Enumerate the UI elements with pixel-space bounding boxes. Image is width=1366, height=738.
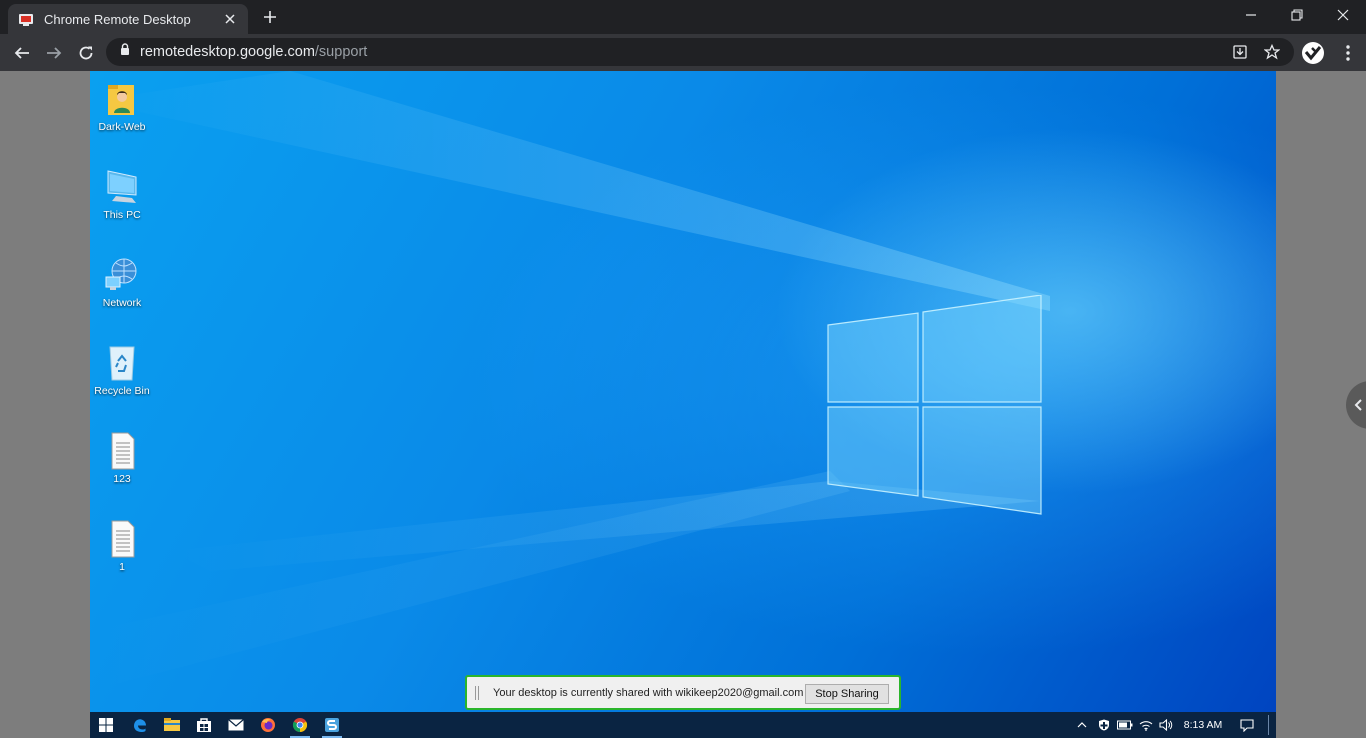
battery-icon[interactable] — [1114, 712, 1136, 738]
sharing-notification-bar: Your desktop is currently shared with wi… — [465, 675, 901, 710]
sharing-message: Your desktop is currently shared with wi… — [493, 686, 804, 699]
show-desktop-button[interactable] — [1268, 715, 1272, 735]
desktop-icon-label: Dark-Web — [98, 121, 146, 133]
url-host: remotedesktop.google.com — [140, 44, 315, 60]
tab-close-icon[interactable] — [222, 11, 238, 27]
new-tab-button[interactable] — [258, 6, 282, 28]
remote-desktop-favicon-icon — [18, 11, 34, 27]
restore-button[interactable] — [1274, 0, 1320, 30]
start-icon — [99, 718, 113, 732]
minimize-button[interactable] — [1228, 0, 1274, 30]
tab-chrome-remote-desktop[interactable]: Chrome Remote Desktop — [8, 4, 248, 34]
page-content: Dark-Web This PC Network Recycle Bin 123… — [0, 71, 1366, 738]
wallpaper-beams — [90, 71, 1050, 691]
taskbar-mail[interactable] — [220, 712, 252, 738]
address-bar[interactable]: remotedesktop.google.com/support — [106, 38, 1294, 66]
taskbar-app-s[interactable] — [316, 712, 348, 738]
url-text: remotedesktop.google.com/support — [140, 44, 367, 60]
store-icon — [197, 718, 211, 732]
taskbar-clock[interactable]: 8:13 AM — [1178, 712, 1228, 738]
security-shield-icon[interactable] — [1094, 712, 1114, 738]
url-path: /support — [314, 44, 368, 60]
start-button[interactable] — [90, 712, 122, 738]
desktop-icon-dark-web[interactable]: Dark-Web — [90, 79, 154, 133]
desktop-icon-label: Network — [102, 297, 142, 309]
desktop-icon-recycle-bin[interactable]: Recycle Bin — [90, 343, 154, 397]
side-panel-handle[interactable] — [1346, 381, 1366, 429]
edge-icon — [134, 719, 146, 732]
network-icon — [105, 258, 137, 290]
firefox-icon — [261, 718, 275, 732]
chevron-left-icon — [1354, 399, 1362, 411]
lock-icon — [120, 43, 130, 61]
show-hidden-icons-chevron-up-icon[interactable] — [1072, 712, 1092, 738]
profile-avatar[interactable] — [1298, 38, 1328, 68]
wifi-icon[interactable] — [1136, 712, 1156, 738]
desktop-icon-123[interactable]: 123 — [90, 431, 154, 485]
tab-title: Chrome Remote Desktop — [44, 11, 191, 27]
desktop-icon-network[interactable]: Network — [90, 255, 154, 309]
back-button[interactable] — [8, 39, 36, 67]
install-app-icon[interactable] — [1228, 38, 1252, 66]
drag-grip-icon[interactable] — [475, 685, 479, 700]
reload-button[interactable] — [72, 39, 100, 67]
windows-logo-wallpaper-icon — [827, 295, 1042, 515]
forward-button[interactable] — [40, 39, 68, 67]
app-s-icon — [325, 718, 339, 732]
taskbar-chrome[interactable] — [284, 712, 316, 738]
taskbar-file-explorer[interactable] — [156, 712, 188, 738]
action-center-notification-icon[interactable] — [1236, 712, 1258, 738]
taskbar-store[interactable] — [188, 712, 220, 738]
recycle-bin-icon — [109, 346, 135, 381]
taskbar-edge[interactable] — [124, 712, 156, 738]
text-file-icon — [111, 520, 135, 558]
desktop-icon-label: This PC — [103, 209, 141, 221]
desktop-icon-label: Recycle Bin — [94, 385, 150, 397]
file-explorer-icon — [164, 718, 180, 731]
user-folder-icon — [108, 85, 134, 115]
computer-icon — [107, 170, 137, 203]
windows-taskbar: 8:13 AM — [90, 712, 1276, 738]
tab-strip: Chrome Remote Desktop — [0, 0, 1366, 34]
desktop-icon-label: 123 — [113, 473, 131, 485]
stop-sharing-button[interactable]: Stop Sharing — [805, 684, 889, 704]
desktop-icon-1[interactable]: 1 — [90, 519, 154, 573]
desktop-icon-label: 1 — [119, 561, 125, 573]
chrome-icon — [292, 718, 308, 733]
remote-desktop-view[interactable]: Dark-Web This PC Network Recycle Bin 123… — [90, 71, 1276, 712]
desktop-icon-this-pc[interactable]: This PC — [90, 167, 154, 221]
chrome-menu-icon[interactable] — [1334, 39, 1362, 67]
volume-icon[interactable] — [1156, 712, 1176, 738]
chrome-window: Chrome Remote Desktop remotedesktop.goog… — [0, 0, 1366, 738]
text-file-icon — [111, 432, 135, 470]
bookmark-star-icon[interactable] — [1260, 38, 1284, 66]
mail-icon — [228, 719, 244, 731]
taskbar-firefox[interactable] — [252, 712, 284, 738]
close-window-button[interactable] — [1320, 0, 1366, 30]
toolbar: remotedesktop.google.com/support — [0, 34, 1366, 71]
